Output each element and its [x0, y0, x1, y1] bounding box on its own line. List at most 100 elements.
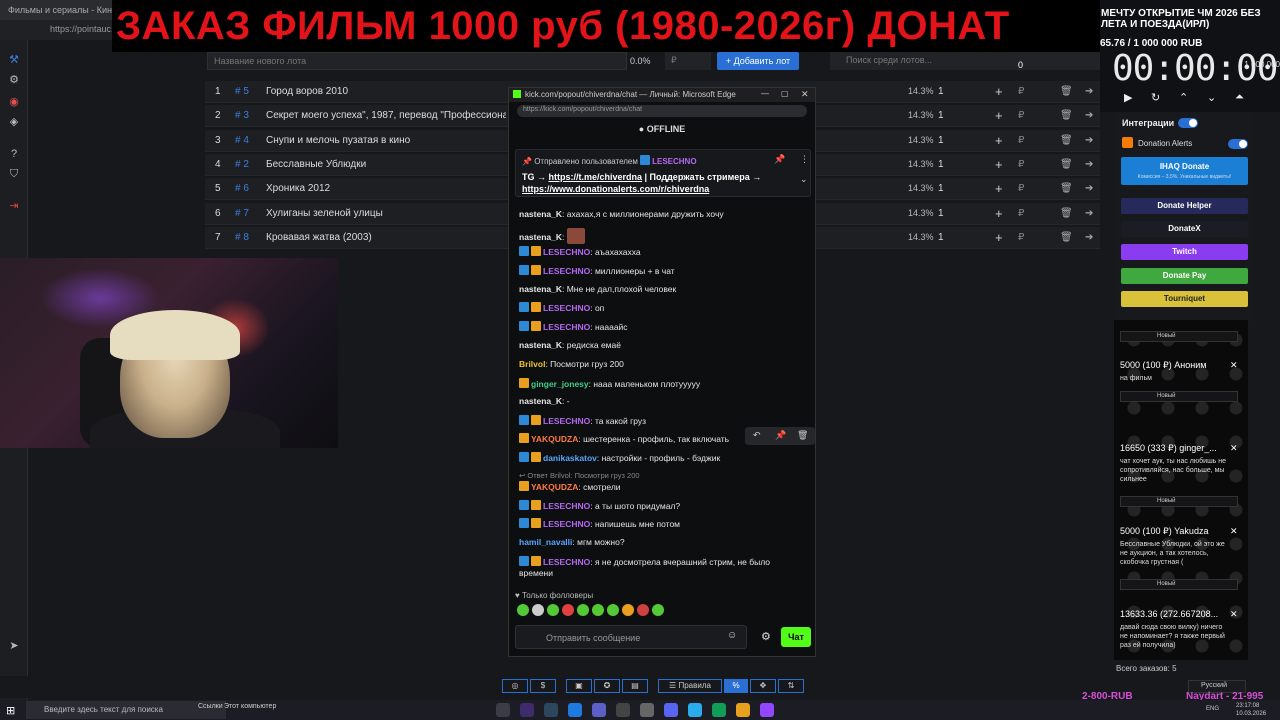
donation-state-select[interactable]: Новый — [1120, 579, 1238, 590]
add-amount-icon[interactable]: + — [995, 84, 1003, 99]
github-icon[interactable]: ◎ — [502, 679, 528, 693]
lot-amount[interactable]: 1 — [938, 232, 944, 243]
chrome-icon[interactable] — [736, 703, 750, 717]
chat-username[interactable]: Brilvol — [519, 359, 545, 369]
hammer-icon[interactable]: ⚒ — [8, 54, 20, 66]
lot-name[interactable]: Снупи и мелочь пузатая в кино — [266, 135, 506, 146]
donation-state-select[interactable]: Новый — [1120, 391, 1238, 402]
maximize-icon[interactable]: ▢ — [781, 89, 789, 98]
chat-username[interactable]: nastena_K — [519, 232, 562, 242]
edge-app-icon[interactable] — [712, 703, 726, 717]
arrow-icon[interactable]: ➔ — [1085, 232, 1093, 243]
chat-username[interactable]: hamil_navalli — [519, 537, 572, 547]
wheel-icon[interactable]: ✪ — [594, 679, 620, 693]
reply-icon[interactable]: ↶ — [753, 430, 761, 441]
trash-icon[interactable]: 🗑 — [1060, 208, 1073, 219]
logout-icon[interactable]: ⇥ — [8, 200, 20, 212]
chat-username[interactable]: nastena_K — [519, 340, 562, 350]
close-icon[interactable]: ✕ — [1230, 443, 1238, 454]
edge-icon[interactable] — [568, 703, 582, 717]
emote-icon[interactable] — [637, 604, 649, 616]
arrow-icon[interactable]: ➔ — [1085, 135, 1093, 146]
chat-username[interactable]: nastena_K — [519, 396, 562, 406]
lot-amount[interactable]: 1 — [938, 135, 944, 146]
trash-icon[interactable]: 🗑 — [1060, 135, 1073, 146]
chat-settings-icon[interactable]: ⚙ — [761, 630, 773, 643]
lot-name[interactable]: Город воров 2010 — [266, 86, 506, 97]
rules-button[interactable]: ☰ Правила — [658, 679, 722, 693]
chat-username[interactable]: ginger_jonesy — [531, 379, 589, 389]
emote-icon[interactable] — [562, 604, 574, 616]
chat-username[interactable]: LESECHNO — [543, 322, 590, 332]
emote-icon[interactable] — [517, 604, 529, 616]
send-chat-button[interactable]: Чат — [781, 627, 811, 647]
chat-username[interactable]: nastena_K — [519, 209, 562, 219]
trash-icon[interactable]: 🗑 — [1060, 159, 1073, 170]
service-button[interactable]: IHAQ Donate Комиссия – 3,5%. Уникальные в… — [1121, 157, 1248, 185]
taskbar-clock[interactable]: 23:17:08 10.03.2026 — [1236, 702, 1266, 718]
save-icon[interactable]: ▣ — [566, 679, 592, 693]
chat-username[interactable]: nastena_K — [519, 284, 562, 294]
service-button[interactable]: DonateX — [1121, 221, 1248, 237]
keyboard-language[interactable]: ENG — [1206, 706, 1219, 712]
chat-username[interactable]: LESECHNO — [543, 416, 590, 426]
trash-icon[interactable]: 🗑 — [1060, 183, 1073, 194]
lot-search-input[interactable]: Поиск среди лотов... — [830, 52, 1100, 70]
unpin-icon[interactable]: 📌 — [774, 154, 785, 165]
close-icon[interactable]: ✕ — [1230, 526, 1238, 537]
emote-icon[interactable] — [652, 604, 664, 616]
chat-username[interactable]: danikaskatov — [543, 453, 597, 463]
telegram-icon[interactable] — [688, 703, 702, 717]
lot-name[interactable]: Секрет моего успеха", 1987, перевод "Про… — [266, 110, 506, 121]
trash-icon[interactable]: 🗑 — [1060, 86, 1073, 97]
app-icon[interactable] — [640, 703, 654, 717]
lot-name[interactable]: Кровавая жатва (2003) — [266, 232, 506, 243]
service-button[interactable]: Donate Pay — [1121, 268, 1248, 284]
lot-name[interactable]: Хроника 2012 — [266, 183, 506, 194]
trash-icon[interactable]: 🗑 — [1060, 232, 1073, 243]
chat-username[interactable]: YAKQUDZA — [531, 482, 578, 492]
shield-icon[interactable]: ⛉ — [8, 168, 20, 180]
donation-state-select[interactable]: Новый — [1120, 496, 1238, 507]
arrow-icon[interactable]: ➔ — [1085, 183, 1093, 194]
chat-message-input[interactable]: Отправить сообщение — [515, 625, 747, 649]
chat-image[interactable] — [566, 228, 585, 244]
service-button[interactable]: Tourniquet — [1121, 291, 1248, 307]
add-amount-icon[interactable]: + — [995, 157, 1003, 172]
percent-icon[interactable]: % — [724, 679, 748, 693]
chat-username[interactable]: LESECHNO — [543, 557, 590, 567]
lot-amount[interactable]: 1 — [938, 159, 944, 170]
close-icon[interactable]: ✕ — [1230, 609, 1238, 620]
add-lot-button[interactable]: + Добавить лот — [717, 52, 799, 70]
delete-icon[interactable]: 🗑 — [797, 430, 808, 441]
telegram-icon[interactable]: ➤ — [8, 640, 20, 652]
chat-username[interactable]: LESECHNO — [543, 266, 590, 276]
add-amount-icon[interactable]: + — [995, 230, 1003, 245]
sort-icon[interactable]: ⇅ — [778, 679, 804, 693]
taskbar-search[interactable]: Введите здесь текст для поиска — [26, 701, 226, 719]
pinned-link-telegram[interactable]: https://t.me/chiverdna — [549, 172, 643, 182]
new-lot-amount-input[interactable]: ₽ — [665, 52, 711, 70]
windows-start-icon[interactable]: ⊞ — [6, 704, 18, 717]
close-icon[interactable]: ✕ — [1230, 360, 1238, 371]
clear-icon[interactable]: ▤ — [622, 679, 648, 693]
donation-alerts-toggle[interactable] — [1228, 139, 1248, 149]
layers-icon[interactable]: ◈ — [8, 116, 20, 128]
taskbar-this-pc[interactable]: Этот компьютер — [224, 703, 276, 710]
emote-icon[interactable] — [622, 604, 634, 616]
twitch-icon[interactable] — [760, 703, 774, 717]
help-icon[interactable]: ? — [8, 148, 20, 160]
chat-username[interactable]: LESECHNO — [543, 303, 590, 313]
add-amount-icon[interactable]: + — [995, 133, 1003, 148]
lot-amount[interactable]: 1 — [938, 86, 944, 97]
emote-icon[interactable] — [577, 604, 589, 616]
discord-icon[interactable] — [664, 703, 678, 717]
chat-username[interactable]: LESECHNO — [543, 519, 590, 529]
chevron-down-icon[interactable]: ⌄ — [1207, 91, 1216, 104]
dollar-icon[interactable]: $ — [530, 679, 556, 693]
arrow-icon[interactable]: ➔ — [1085, 86, 1093, 97]
taskbar-links[interactable]: Ссылки — [198, 703, 223, 710]
new-lot-name-input[interactable]: Название нового лота — [207, 52, 627, 70]
arrow-icon[interactable]: ➔ — [1085, 110, 1093, 121]
chevron-down-icon[interactable]: ⌄ — [800, 174, 808, 185]
